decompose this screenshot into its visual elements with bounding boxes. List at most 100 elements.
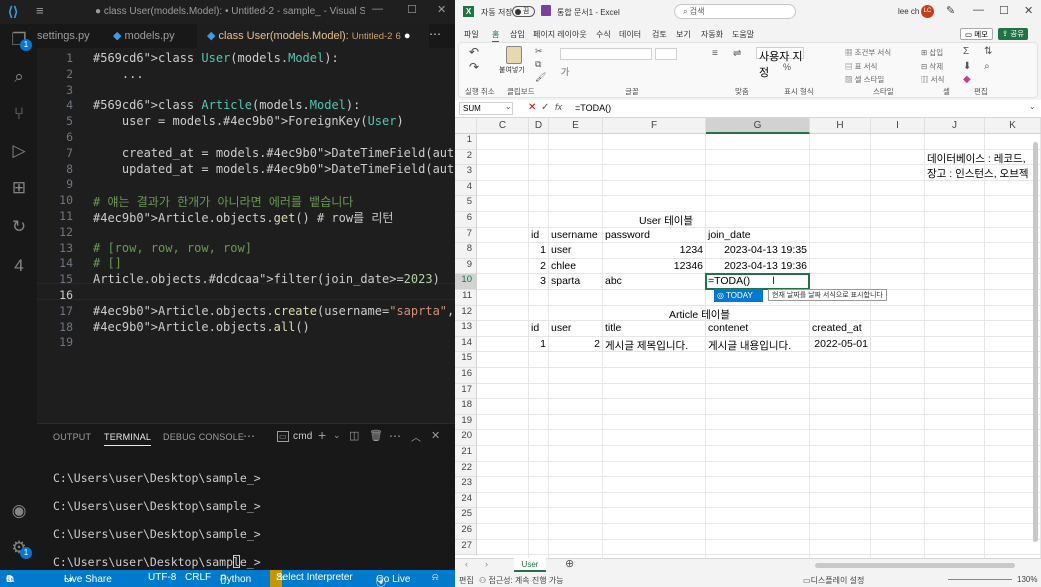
format-painter-icon[interactable]: 🖌: [535, 72, 546, 83]
row-header[interactable]: 19: [455, 414, 477, 431]
table-header-cell[interactable]: title: [605, 322, 621, 334]
ribbon-tab[interactable]: 데이터: [619, 29, 641, 40]
maximize-icon[interactable]: ☐: [407, 3, 417, 16]
number-format-select[interactable]: 사용자 지정: [756, 47, 804, 79]
code-line[interactable]: #569cd6">class User(models.Model):: [93, 51, 339, 65]
encoding-button[interactable]: UTF-8: [148, 572, 176, 583]
cell[interactable]: 2023-04-13 19:36: [706, 260, 807, 272]
split-terminal-icon[interactable]: ◫: [349, 429, 360, 442]
table-header-cell[interactable]: password: [605, 229, 650, 241]
avatar[interactable]: LC: [921, 5, 934, 18]
paste-icon[interactable]: [506, 46, 522, 64]
extensions-icon[interactable]: ⊞: [8, 177, 30, 199]
zoom-slider[interactable]: [948, 579, 1012, 580]
terminal-shell-label[interactable]: cmd: [293, 431, 313, 442]
tab-untitled-2[interactable]: ◆ class User(models.Model): Untitled-2 6…: [197, 24, 429, 48]
cell[interactable]: 1: [529, 244, 546, 256]
insert-cells-button[interactable]: ⊞ 삽입: [921, 47, 943, 58]
row-header[interactable]: 11: [455, 290, 477, 306]
cell[interactable]: 2: [549, 338, 600, 350]
row-header[interactable]: 7: [455, 227, 477, 244]
font-size-select[interactable]: [655, 48, 677, 60]
row-header[interactable]: 15: [455, 352, 477, 368]
code-line[interactable]: #4ec9b0">Article.objects.get() # row를 리턴: [93, 209, 393, 226]
delete-cells-button[interactable]: ⊟ 삭제: [921, 61, 943, 72]
zoom-level[interactable]: 130%: [1017, 575, 1037, 584]
maximize-icon[interactable]: ☐: [999, 4, 1009, 17]
row-header[interactable]: 13: [455, 321, 477, 337]
cell-j3[interactable]: 장고 : 인스턴스, 오브젝: [927, 166, 1029, 181]
tab-models-py[interactable]: ◆ models.py: [113, 24, 193, 48]
cell[interactable]: 2: [529, 260, 546, 272]
display-settings-button[interactable]: ▭디스플레이 설정: [803, 575, 864, 586]
row-header[interactable]: 6: [455, 212, 477, 228]
share-button[interactable]: ⇪ 공유: [998, 28, 1029, 40]
find-icon[interactable]: ⌕: [984, 61, 990, 72]
row-header[interactable]: 14: [455, 336, 477, 353]
table-header-cell[interactable]: id: [531, 322, 539, 334]
bold-icon[interactable]: 가: [561, 65, 569, 78]
column-header-j[interactable]: J: [925, 118, 985, 134]
row-header[interactable]: 4: [455, 180, 477, 197]
undo-icon[interactable]: ↶: [469, 45, 479, 59]
code-line[interactable]: # [row, row, row, row]: [93, 241, 252, 255]
trash-icon[interactable]: 🗑: [369, 429, 383, 442]
ribbon-tab[interactable]: 검토: [652, 29, 667, 40]
terminal-prompt-line[interactable]: C:\Users\user\Desktop\sample_>: [53, 499, 261, 513]
cell[interactable]: 게시글 제목입니다.: [605, 338, 688, 353]
accept-formula-icon[interactable]: ✓: [541, 102, 549, 113]
row-header[interactable]: 12: [455, 305, 477, 322]
prev-sheet-icon[interactable]: ‹: [465, 559, 468, 569]
row-header[interactable]: 25: [455, 508, 477, 524]
panel-more-icon[interactable]: ⋯: [243, 429, 255, 443]
table-header-cell[interactable]: created_at: [812, 322, 862, 334]
formula-input[interactable]: =TODA(): [575, 103, 611, 113]
tab-debug-console[interactable]: DEBUG CONSOLE: [163, 432, 244, 442]
terminal-prompt-line[interactable]: C:\Users\user\Desktop\sample_>: [53, 471, 261, 485]
ribbon-tab[interactable]: 파일: [464, 29, 479, 40]
tab-terminal[interactable]: TERMINAL: [104, 432, 152, 446]
interpreter-button[interactable]: ⚠ Select Interpreter: [270, 570, 353, 587]
panel-overflow-icon[interactable]: ⋯: [389, 429, 401, 443]
vertical-scrollbar[interactable]: [1033, 142, 1038, 542]
column-header-c[interactable]: C: [477, 118, 529, 134]
menu-icon[interactable]: ≡: [36, 3, 44, 18]
maximize-panel-icon[interactable]: ︿: [411, 429, 421, 444]
autosave-toggle[interactable]: 끔: [512, 6, 535, 17]
tab-settings-py[interactable]: settings.py: [37, 24, 105, 48]
fill-icon[interactable]: ⬇: [963, 61, 971, 72]
minimize-icon[interactable]: —: [372, 3, 383, 15]
table-header-cell[interactable]: id: [531, 229, 539, 241]
save-icon[interactable]: [541, 5, 551, 16]
table-header-cell[interactable]: contenet: [708, 322, 748, 334]
cell[interactable]: abc: [605, 275, 622, 287]
notifications-icon[interactable]: ⍾: [432, 572, 439, 583]
accessibility-status[interactable]: ⚇ 접근성: 계속 진행 가능: [479, 575, 564, 586]
ribbon-tab[interactable]: 보기: [676, 29, 691, 40]
row-header[interactable]: 17: [455, 383, 477, 400]
column-header-h[interactable]: H: [810, 118, 871, 134]
close-icon[interactable]: ✕: [1024, 4, 1033, 17]
conditional-format-button[interactable]: ▦ 조건부 서식: [845, 47, 891, 58]
remote-icon[interactable]: ↻: [8, 216, 30, 238]
row-header[interactable]: 23: [455, 477, 477, 493]
cell[interactable]: 2023-04-13 19:35: [706, 244, 807, 256]
table-format-button[interactable]: ▤ 표 서식: [845, 61, 877, 72]
code-line[interactable]: #4ec9b0">Article.objects.create(username…: [93, 304, 455, 318]
expand-formula-icon[interactable]: ⌄: [1029, 102, 1036, 111]
name-box-chevron-icon[interactable]: ⌄: [505, 102, 512, 111]
table-header-cell[interactable]: join_date: [708, 229, 751, 241]
font-name-select[interactable]: [560, 48, 652, 60]
row-header[interactable]: 9: [455, 258, 477, 275]
code-line[interactable]: created_at = models.#4ec9b0">DateTimeFie…: [93, 146, 455, 160]
cell[interactable]: user: [551, 244, 571, 256]
eol-button[interactable]: CRLF: [185, 572, 211, 583]
cell[interactable]: 1: [529, 338, 546, 350]
table-header-cell[interactable]: user: [551, 322, 571, 334]
chevron-down-icon[interactable]: ⌄: [333, 430, 341, 441]
cell[interactable]: sparta: [551, 275, 580, 287]
code-line[interactable]: user = models.#4ec9b0">ForeignKey(User): [93, 114, 404, 128]
next-sheet-icon[interactable]: ›: [485, 559, 488, 569]
insert-function-icon[interactable]: fx: [555, 102, 562, 112]
user-table-title[interactable]: User 테이블: [639, 213, 693, 228]
